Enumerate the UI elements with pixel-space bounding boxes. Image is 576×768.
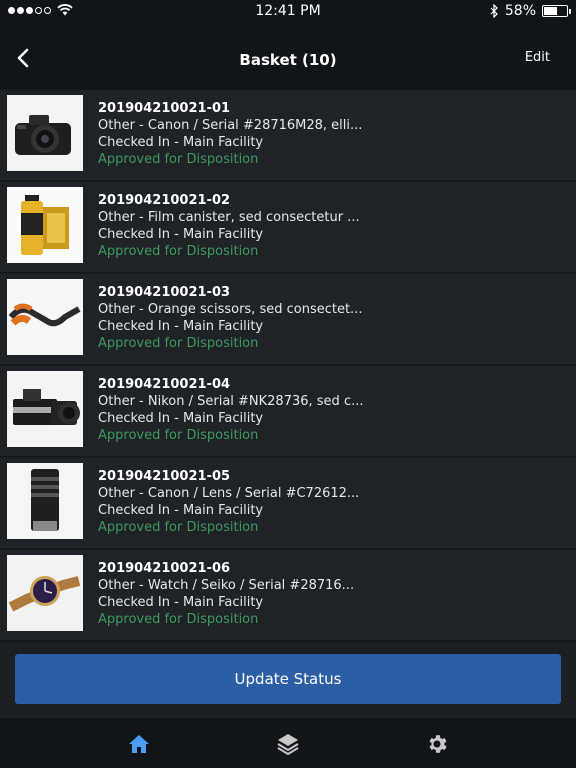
item-location: Checked In - Main Facility xyxy=(98,319,264,334)
item-status: Approved for Disposition xyxy=(98,244,259,259)
item-thumbnail xyxy=(7,371,83,447)
item-location: Checked In - Main Facility xyxy=(98,411,264,426)
item-status: Approved for Disposition xyxy=(98,428,259,443)
list-item[interactable]: 201904210021-06 Other - Watch / Seiko / … xyxy=(0,550,576,642)
update-status-button[interactable]: Update Status xyxy=(15,654,561,704)
bluetooth-icon xyxy=(490,4,498,18)
home-icon[interactable] xyxy=(127,732,151,756)
item-id: 201904210021-02 xyxy=(98,193,231,208)
item-thumbnail xyxy=(7,187,83,263)
edit-button[interactable]: Edit xyxy=(525,50,550,65)
basket-list: 201904210021-01 Other - Canon / Serial #… xyxy=(0,90,576,642)
item-description: Other - Canon / Lens / Serial #C72612... xyxy=(98,486,360,501)
lens-icon xyxy=(7,463,83,539)
item-description: Other - Film canister, sed consectetur .… xyxy=(98,210,360,225)
item-location: Checked In - Main Facility xyxy=(98,135,264,150)
list-item[interactable]: 201904210021-01 Other - Canon / Serial #… xyxy=(0,90,576,182)
item-thumbnail xyxy=(7,95,83,171)
item-description: Other - Canon / Serial #28716M28, elli..… xyxy=(98,118,363,133)
item-description: Other - Nikon / Serial #NK28736, sed c..… xyxy=(98,394,364,409)
scissors-icon xyxy=(7,279,83,355)
item-description: Other - Watch / Seiko / Serial #28716... xyxy=(98,578,355,593)
item-location: Checked In - Main Facility xyxy=(98,595,264,610)
film-canister-icon xyxy=(7,187,83,263)
item-status: Approved for Disposition xyxy=(98,336,259,351)
camera-icon xyxy=(7,371,83,447)
tab-bar xyxy=(0,717,576,768)
item-status: Approved for Disposition xyxy=(98,520,259,535)
item-id: 201904210021-06 xyxy=(98,561,231,576)
item-id: 201904210021-03 xyxy=(98,285,231,300)
item-thumbnail xyxy=(7,555,83,631)
item-id: 201904210021-01 xyxy=(98,101,231,116)
nav-bar: Basket (10) Edit xyxy=(0,24,576,90)
page-title: Basket (10) xyxy=(239,51,337,69)
item-id: 201904210021-04 xyxy=(98,377,231,392)
camera-icon xyxy=(7,95,83,171)
watch-icon xyxy=(7,555,83,631)
layers-icon[interactable] xyxy=(276,732,300,756)
battery-icon xyxy=(542,5,571,17)
list-item[interactable]: 201904210021-04 Other - Nikon / Serial #… xyxy=(0,366,576,458)
item-thumbnail xyxy=(7,279,83,355)
item-status: Approved for Disposition xyxy=(98,612,259,627)
item-description: Other - Orange scissors, sed consectet..… xyxy=(98,302,363,317)
battery-percent: 58% xyxy=(504,3,536,19)
status-bar: 12:41 PM 58% xyxy=(0,0,576,24)
item-thumbnail xyxy=(7,463,83,539)
item-status: Approved for Disposition xyxy=(98,152,259,167)
list-item[interactable]: 201904210021-05 Other - Canon / Lens / S… xyxy=(0,458,576,550)
list-item[interactable]: 201904210021-02 Other - Film canister, s… xyxy=(0,182,576,274)
item-location: Checked In - Main Facility xyxy=(98,503,264,518)
gear-icon[interactable] xyxy=(425,732,449,756)
item-id: 201904210021-05 xyxy=(98,469,231,484)
item-location: Checked In - Main Facility xyxy=(98,227,264,242)
list-item[interactable]: 201904210021-03 Other - Orange scissors,… xyxy=(0,274,576,366)
